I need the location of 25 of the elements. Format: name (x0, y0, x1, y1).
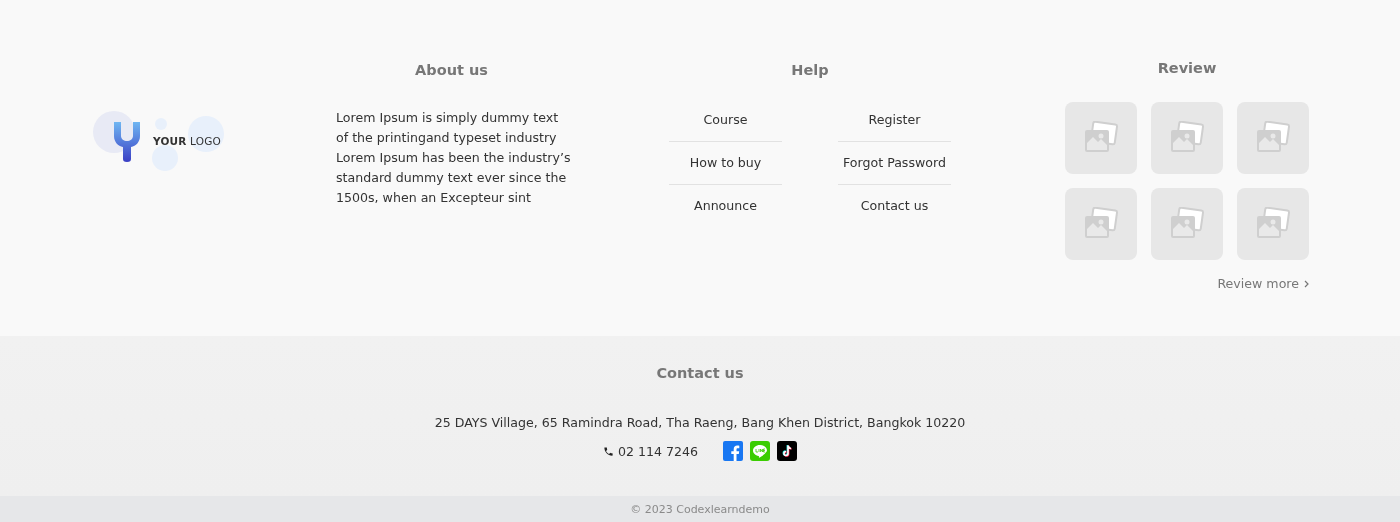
address-text: 25 DAYS Village, 65 Ramindra Road, Tha Raeng, Bang Khen District, Bangkok 10220 (434, 415, 966, 430)
phone-icon (602, 445, 614, 457)
help-link[interactable]: How to buy (669, 142, 782, 185)
facebook-icon[interactable] (723, 441, 744, 461)
section-heading: Contact us (656, 365, 744, 383)
tiktok-icon[interactable] (777, 441, 798, 461)
copyright-text: © 2023 Codexlearndemo (630, 502, 770, 516)
image-icon (1255, 207, 1291, 241)
image-icon (1083, 207, 1119, 241)
review-more-link[interactable]: Review more (1217, 276, 1309, 291)
section-heading: Review (1156, 60, 1218, 78)
help-link[interactable]: Register (838, 99, 951, 142)
help-link[interactable]: Course (669, 99, 782, 142)
image-icon (1255, 121, 1291, 155)
help-link[interactable]: Contact us (838, 185, 951, 227)
help-link[interactable]: Announce (669, 185, 782, 227)
phone-number: 02 114 7246 (616, 443, 699, 459)
logo-text: YOUR LOGO (153, 135, 222, 147)
chevron-right-icon (1304, 279, 1309, 288)
help-link[interactable]: Forgot Password (838, 142, 951, 185)
image-icon (1169, 207, 1205, 241)
image-icon (1083, 121, 1119, 155)
section-heading: Help (790, 62, 830, 80)
section-heading: About us (414, 62, 489, 80)
image-icon (1169, 121, 1205, 155)
